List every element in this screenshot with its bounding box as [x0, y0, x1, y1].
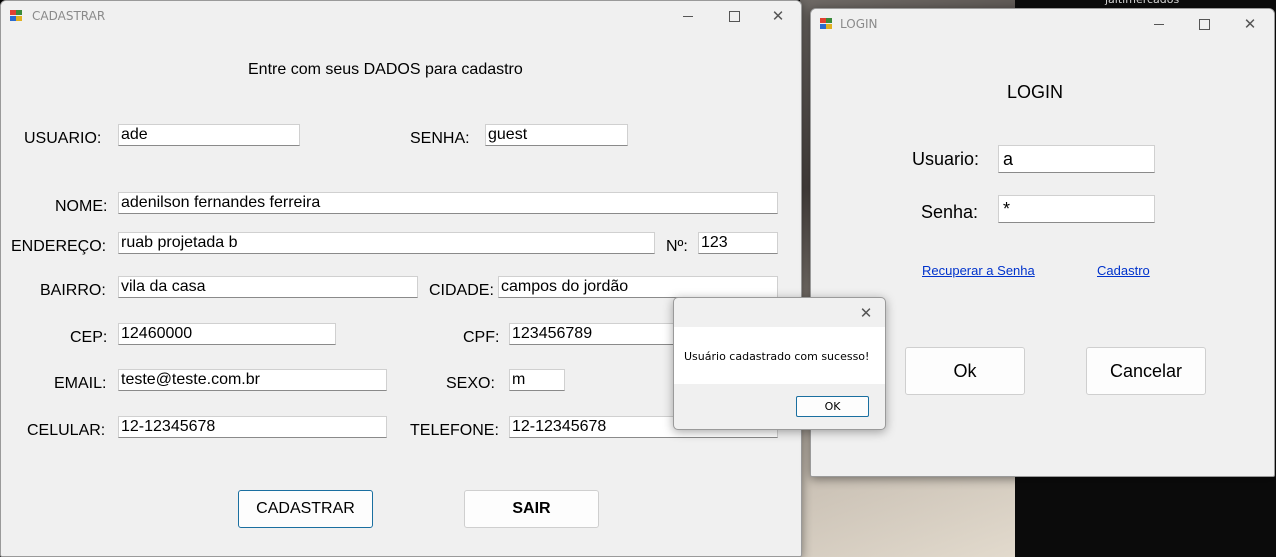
- cadastrar-title: CADASTRAR: [32, 9, 106, 23]
- endereco-label: ENDEREÇO:: [11, 238, 107, 255]
- close-icon: ✕: [859, 303, 873, 322]
- numero-label: Nº:: [666, 238, 688, 255]
- bairro-field[interactable]: vila da casa: [118, 276, 418, 298]
- msgbox-close-button[interactable]: ✕: [847, 298, 885, 327]
- sair-button[interactable]: SAIR: [464, 490, 599, 528]
- cpf-label: CPF:: [463, 329, 500, 346]
- telefone-label: TELEFONE:: [410, 422, 499, 439]
- endereco-field[interactable]: ruab projetada b: [118, 232, 655, 254]
- email-field[interactable]: teste@teste.com.br: [118, 369, 387, 391]
- cep-field[interactable]: 12460000: [118, 323, 336, 345]
- login-title: LOGIN: [840, 17, 878, 31]
- cidade-field[interactable]: campos do jordão: [498, 276, 778, 298]
- close-button[interactable]: ✕: [755, 1, 801, 31]
- ok-button[interactable]: Ok: [905, 347, 1025, 395]
- sexo-field[interactable]: m: [509, 369, 565, 391]
- celular-label: CELULAR:: [27, 422, 106, 439]
- maximize-icon: [1198, 18, 1210, 30]
- login-usuario-label: Usuario:: [912, 149, 980, 169]
- desktop-background-text: jaltimercados: [1105, 0, 1179, 6]
- cadastrar-titlebar[interactable]: CADASTRAR ✕: [1, 1, 801, 31]
- cadastrar-window: CADASTRAR ✕ Entre com seus DADOS para ca…: [0, 0, 802, 557]
- sexo-label: SEXO:: [446, 375, 495, 392]
- numero-field[interactable]: 123: [698, 232, 778, 254]
- login-titlebar[interactable]: LOGIN ✕: [811, 9, 1274, 39]
- login-senha-field[interactable]: *: [998, 195, 1155, 223]
- cancelar-button[interactable]: Cancelar: [1086, 347, 1206, 395]
- app-icon: [10, 10, 23, 22]
- close-icon: ✕: [1243, 15, 1257, 33]
- minimize-icon: [1154, 23, 1164, 25]
- celular-field[interactable]: 12-12345678: [118, 416, 387, 438]
- maximize-icon: [728, 10, 740, 22]
- maximize-button[interactable]: [711, 1, 757, 31]
- email-label: EMAIL:: [54, 375, 107, 392]
- usuario-label: USUARIO:: [24, 130, 102, 147]
- cadastrar-heading: Entre com seus DADOS para cadastro: [248, 61, 523, 78]
- usuario-field[interactable]: ade: [118, 124, 300, 146]
- nome-field[interactable]: adenilson fernandes ferreira: [118, 192, 778, 214]
- success-message-box: ✕ Usuário cadastrado com sucesso! OK: [673, 297, 886, 430]
- msgbox-message: Usuário cadastrado com sucesso!: [684, 350, 870, 363]
- nome-label: NOME:: [55, 198, 108, 215]
- minimize-button[interactable]: [665, 1, 711, 31]
- minimize-button[interactable]: [1136, 9, 1182, 39]
- minimize-icon: [683, 15, 693, 17]
- maximize-button[interactable]: [1181, 9, 1227, 39]
- msgbox-ok-button[interactable]: OK: [796, 396, 869, 417]
- senha-label: SENHA:: [410, 130, 470, 147]
- login-usuario-field[interactable]: a: [998, 145, 1155, 173]
- app-icon: [820, 18, 833, 30]
- close-button[interactable]: ✕: [1227, 9, 1273, 39]
- cadastro-link[interactable]: Cadastro: [1097, 263, 1150, 278]
- msgbox-body: Usuário cadastrado com sucesso!: [674, 327, 885, 384]
- cadastrar-button[interactable]: CADASTRAR: [238, 490, 373, 528]
- bairro-label: BAIRRO:: [40, 282, 106, 299]
- login-heading: LOGIN: [1007, 82, 1064, 102]
- senha-field[interactable]: guest: [485, 124, 628, 146]
- close-icon: ✕: [771, 7, 785, 25]
- recuperar-senha-link[interactable]: Recuperar a Senha: [922, 263, 1035, 278]
- cep-label: CEP:: [70, 329, 108, 346]
- login-senha-label: Senha:: [921, 202, 979, 222]
- cidade-label: CIDADE:: [429, 282, 494, 299]
